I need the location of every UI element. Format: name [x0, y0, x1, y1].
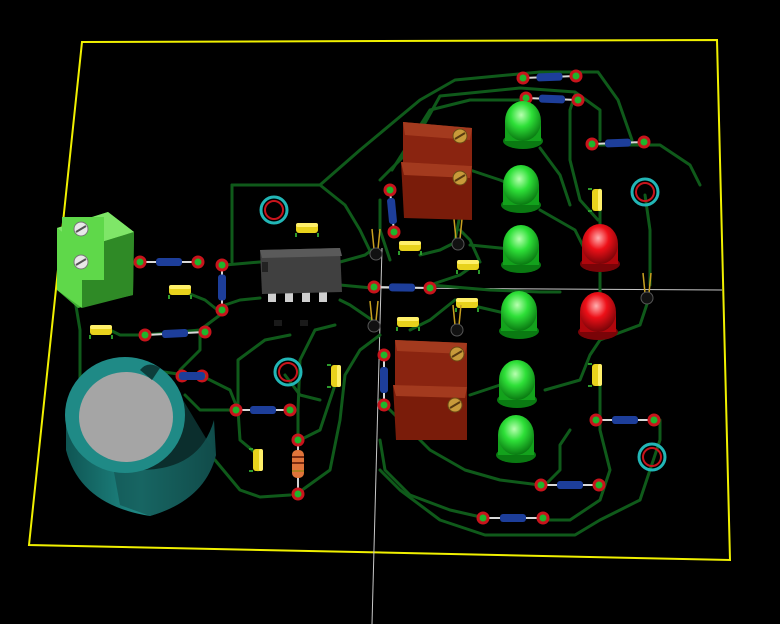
green-led-1	[503, 101, 543, 149]
transistor-5	[640, 272, 654, 305]
orange-resistor	[291, 433, 305, 501]
mount-hole-top-right	[630, 177, 660, 207]
ceramic-capacitor-1	[295, 223, 319, 237]
resistor-8	[229, 403, 297, 417]
ceramic-capacitor-2	[168, 285, 192, 299]
resistor-5	[215, 258, 229, 317]
resistor-4	[133, 255, 205, 269]
ceramic-capacitor-9	[588, 363, 602, 387]
green-led-6	[496, 415, 536, 463]
green-led-2	[501, 165, 541, 213]
ceramic-capacitor-8	[588, 188, 602, 212]
ceramic-capacitor-6	[455, 298, 479, 312]
resistor-10	[367, 280, 437, 295]
mount-hole-bottom-right	[637, 442, 667, 472]
ceramic-capacitor-3	[89, 325, 113, 339]
green-led-5	[497, 360, 537, 408]
resistor-11	[377, 348, 391, 412]
resistor-13	[534, 478, 606, 492]
ceramic-capacitor-5	[456, 260, 480, 274]
trimmer-4	[393, 385, 467, 440]
trimmer-2	[401, 162, 472, 220]
ceramic-capacitor-4	[398, 241, 422, 255]
ceramic-capacitor-7	[396, 317, 420, 331]
resistor-3	[585, 135, 651, 151]
red-led-7	[580, 224, 620, 272]
transistor-1	[369, 228, 383, 261]
trimmer-3	[395, 340, 467, 388]
ceramic-capacitor-11	[249, 448, 263, 472]
ic-chip	[260, 248, 342, 326]
green-led-4	[499, 291, 539, 339]
red-led-8	[578, 292, 618, 340]
resistor-7	[175, 369, 209, 383]
mount-hole-mid-left	[273, 357, 303, 387]
terminal-block	[57, 212, 134, 308]
resistor-12	[589, 413, 661, 427]
resistor-9	[383, 183, 401, 239]
transistor-2	[367, 300, 381, 333]
resistor-14	[476, 511, 550, 525]
mount-hole-top-left	[259, 195, 289, 225]
pcb-3d-view	[27, 38, 732, 624]
trimmer-potentiometers	[393, 122, 472, 440]
ceramic-capacitor-10	[327, 364, 341, 388]
green-led-3	[501, 225, 541, 273]
electrolytic-capacitor	[65, 357, 216, 516]
